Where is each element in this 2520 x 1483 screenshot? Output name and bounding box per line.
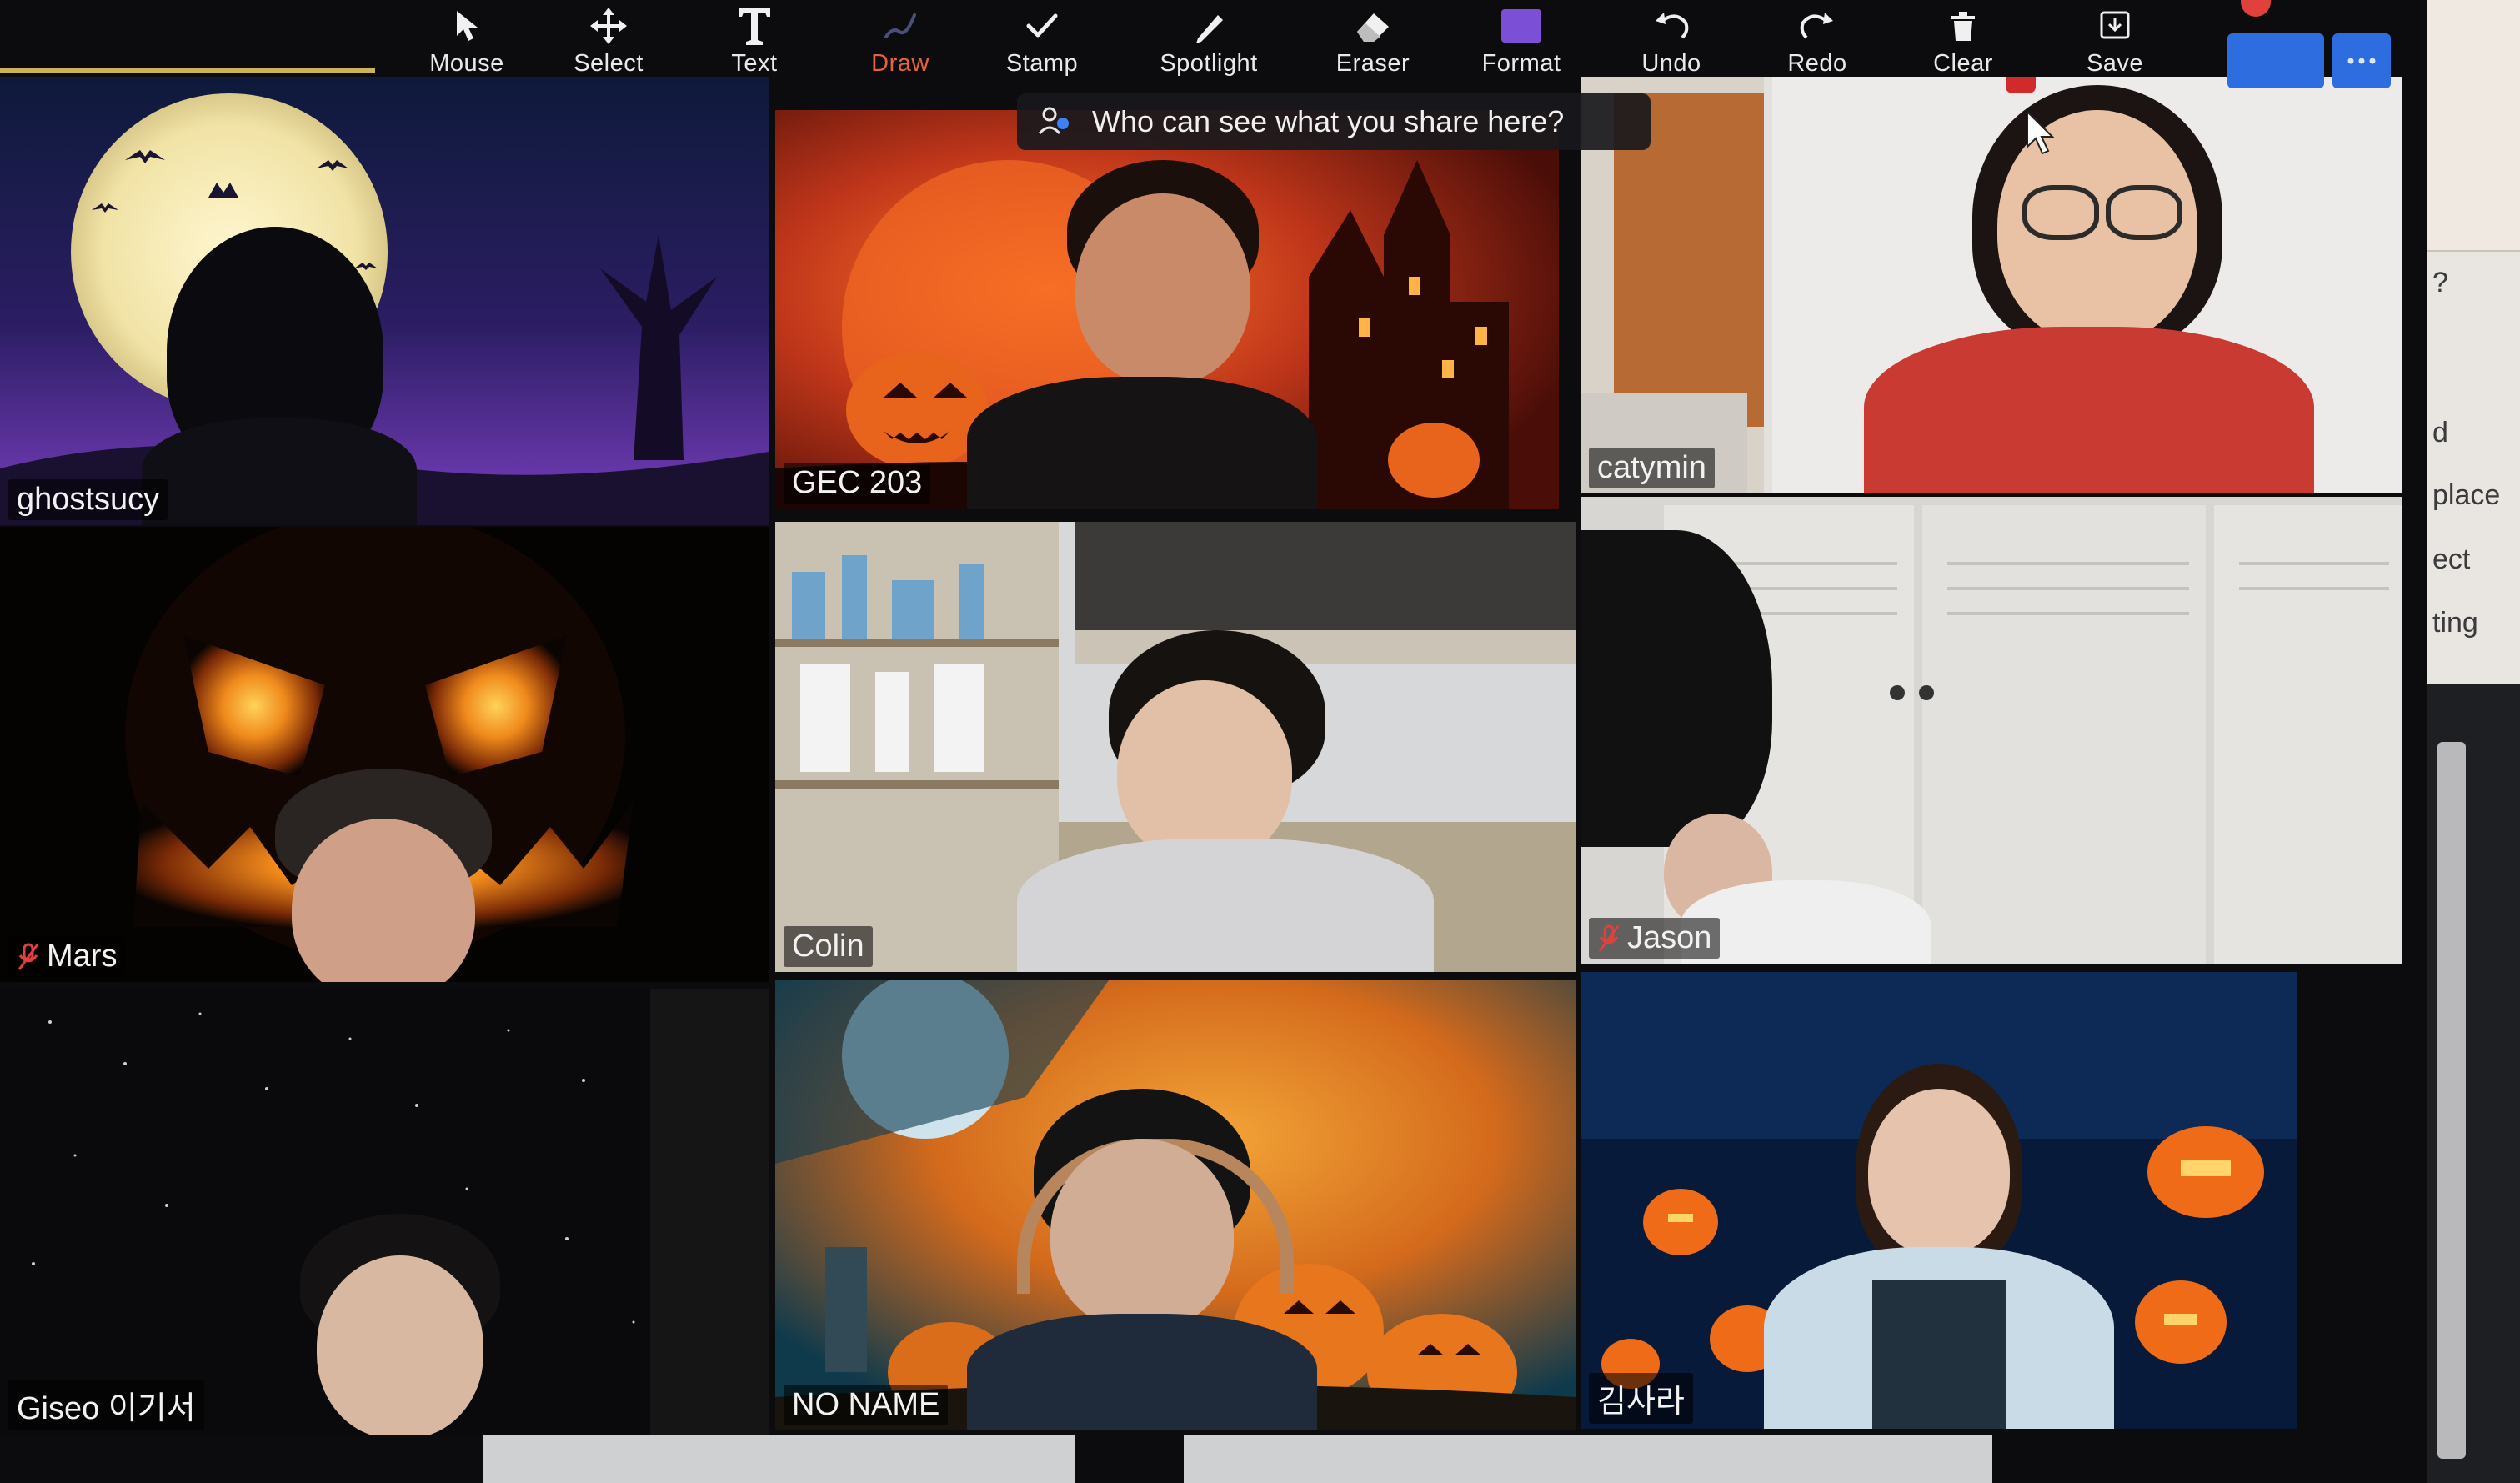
tool-clear[interactable]: Clear [1901,3,2026,83]
tool-label: Eraser [1335,50,1410,77]
eraser-icon [1350,3,1395,48]
annotation-toolbar: Mouse Select Text Draw Stamp Spotlight E… [0,0,2301,83]
tool-label: Undo [1641,50,1701,77]
participant-name-label: Giseo 이기서 [8,1380,204,1430]
participant-name-label: catymin [1589,448,1715,488]
video-tile-jason[interactable]: Jason [1581,497,2402,964]
tool-label: Draw [871,50,929,77]
tool-label: Spotlight [1160,50,1258,77]
tool-format[interactable]: Format [1459,3,1584,83]
redo-arrow-icon [1795,3,1840,48]
participant-menu-button[interactable] [2227,33,2324,88]
tool-stamp[interactable]: Stamp [979,3,1105,83]
tool-label: Text [731,50,778,77]
bottom-strip-left [483,1435,1075,1483]
video-tile-no-name[interactable]: NO NAME [775,980,1576,1430]
background-window-ribbon [2427,0,2520,252]
tool-label: Redo [1787,50,1847,77]
video-tile-gec203[interactable]: GEC 203 [775,110,1559,509]
tool-spotlight[interactable]: Spotlight [1146,3,1271,83]
panel-text-help: ? [2432,267,2448,298]
participant-name-label: NO NAME [784,1385,949,1425]
participant-silhouette [142,227,417,525]
panel-text-ect: ect [2432,544,2471,575]
spotlight-pen-icon [1186,3,1231,48]
tool-label: Clear [1933,50,1993,77]
undo-arrow-icon [1649,3,1694,48]
background-window-panel: ? d place ect ting [2427,0,2520,684]
people-icon [1038,107,1069,135]
tile-corner-buttons [2227,33,2391,90]
tool-save[interactable]: Save [2052,3,2177,83]
participant-name-label: GEC 203 [784,463,931,504]
video-tile-sara[interactable]: 김사라 [1581,972,2297,1429]
participant-silhouette [1017,630,1450,972]
scrollbar[interactable] [2437,742,2466,1459]
tool-label: Stamp [1005,50,1079,77]
panel-text-ting: ting [2432,607,2478,639]
zoom-meeting-screen: ghostsucy GEC 203 catymin Mars Colin Jas… [0,0,2520,1483]
bottom-strip-right [1184,1435,1992,1483]
participant-silhouette [1764,1064,2114,1429]
mouse-cursor-icon [2027,110,2055,155]
color-swatch-icon [1499,3,1544,48]
tool-label: Mouse [429,50,504,77]
tool-label: Format [1481,50,1561,77]
mouse-pointer-icon [444,3,489,48]
panel-text-place: place [2432,479,2501,511]
participant-silhouette [967,160,1317,509]
video-tile-colin[interactable]: Colin [775,522,1576,972]
tool-select[interactable]: Select [546,3,671,83]
tool-text[interactable]: Text [692,3,817,83]
tool-mouse[interactable]: Mouse [404,3,529,83]
close-annotation-button[interactable] [2241,0,2271,17]
panel-text-d: d [2432,417,2448,448]
video-tile-catymin[interactable]: catymin [1581,77,2402,493]
share-visibility-banner[interactable]: Who can see what you share here? [1017,93,1651,150]
tool-label: Select [574,50,644,77]
toolbar-accent-line [0,68,375,73]
participant-name-label: ghostsucy [8,479,168,520]
microphone-muted-icon [1598,924,1620,952]
participant-name-label: Jason [1589,918,1721,959]
participant-silhouette [967,1089,1317,1430]
participant-silhouette [1581,530,1931,964]
share-banner-text: Who can see what you share here? [1092,104,1565,138]
tool-draw[interactable]: Draw [838,3,963,83]
participant-silhouette [300,1214,500,1435]
microphone-muted-icon [18,943,39,970]
more-options-button[interactable] [2332,33,2391,88]
participant-silhouette [1856,77,2322,493]
participant-name-label: Colin [784,926,873,967]
pencil-squiggle-icon [878,3,923,48]
tool-eraser[interactable]: Eraser [1310,3,1435,83]
participant-name-label: Mars [8,936,126,977]
move-arrows-icon [586,3,631,48]
trash-icon [1941,3,1986,48]
download-icon [2092,3,2137,48]
checkmark-stamp-icon [1020,3,1065,48]
video-tile-giseo[interactable]: Giseo 이기서 [0,989,769,1435]
participant-name-label: 김사라 [1589,1373,1693,1424]
format-swatch [1501,9,1541,43]
video-tile-mars[interactable]: Mars [0,527,769,982]
tool-label: Save [2086,50,2144,77]
video-tile-ghostsucy[interactable]: ghostsucy [0,77,769,525]
text-t-icon [732,3,777,48]
tool-undo[interactable]: Undo [1609,3,1734,83]
tool-redo[interactable]: Redo [1755,3,1880,83]
participant-silhouette [275,769,492,982]
more-dots-icon [2347,58,2376,64]
